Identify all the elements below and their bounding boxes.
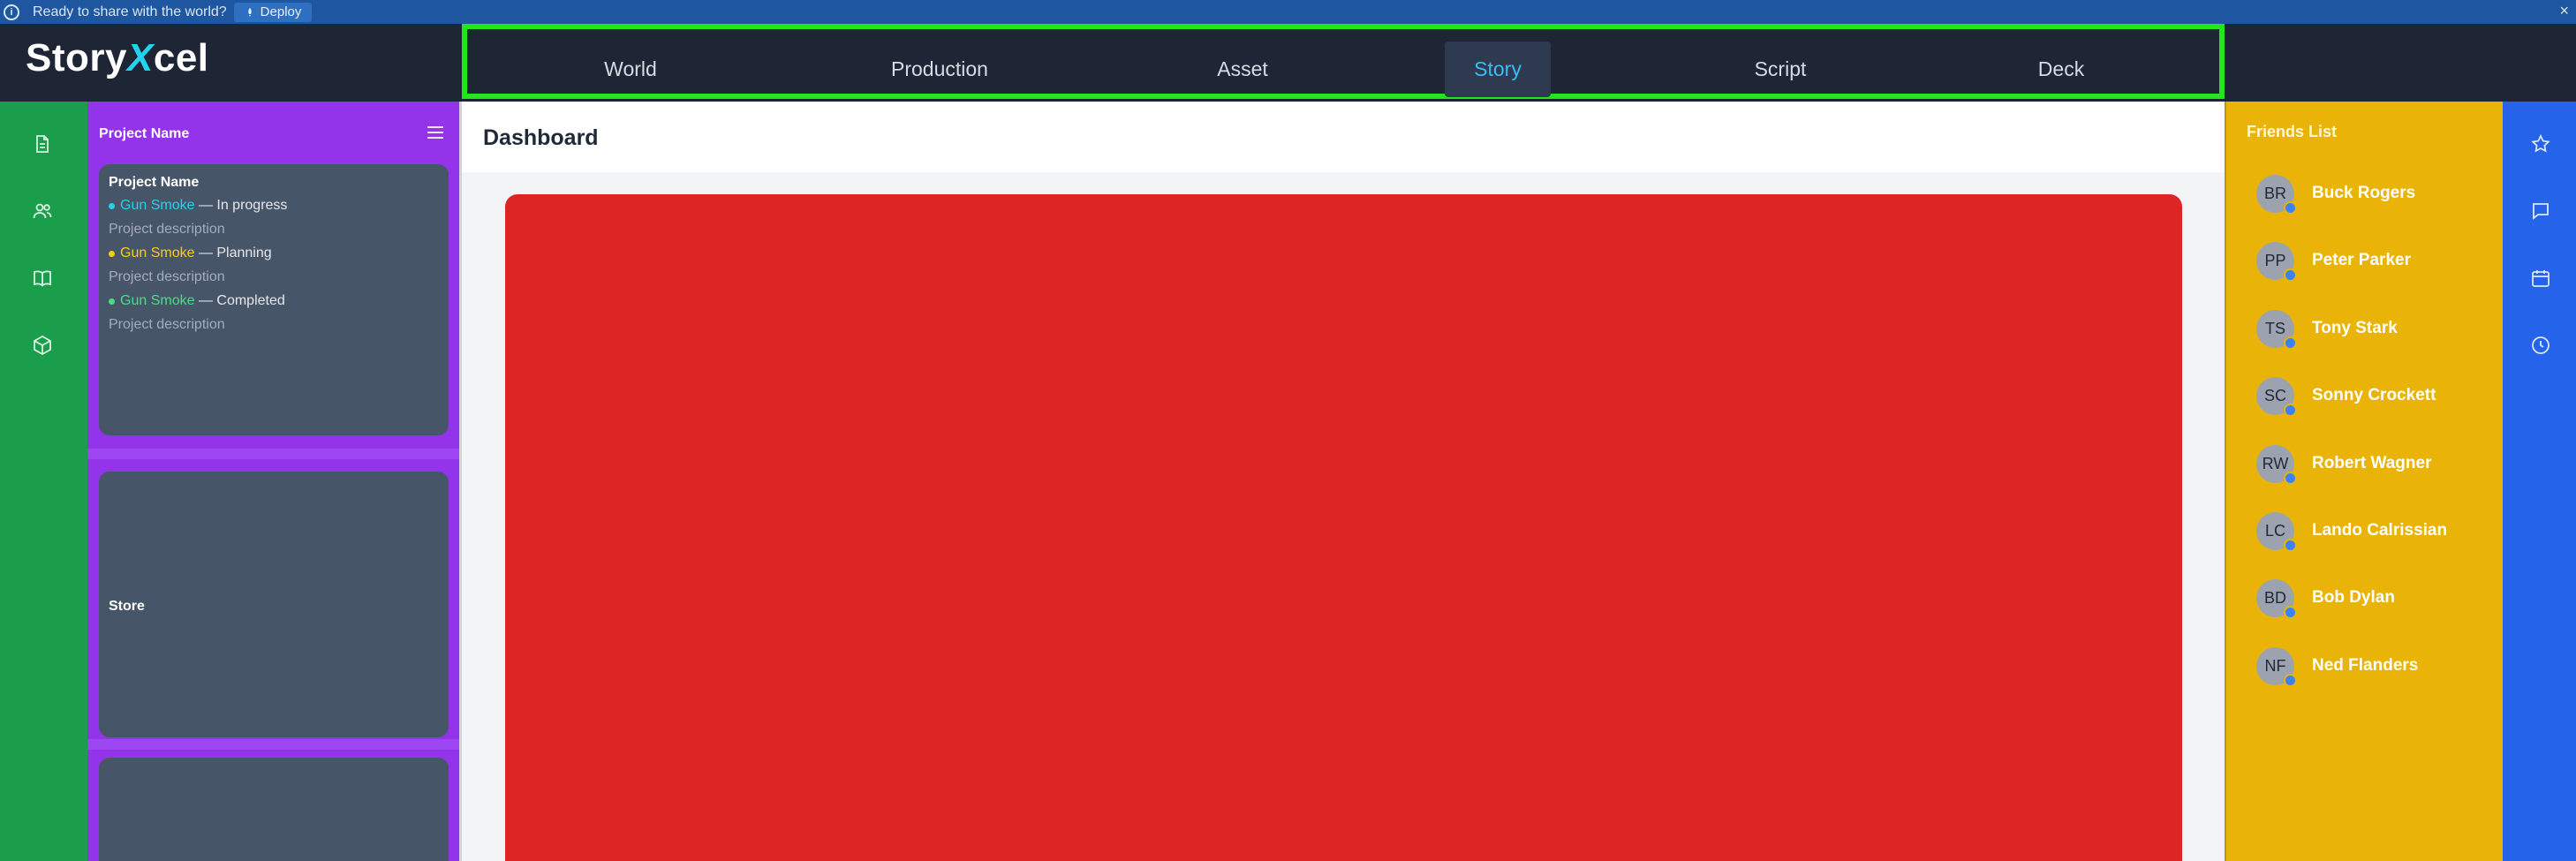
friend-name: Robert Wagner	[2312, 454, 2432, 472]
status-dot	[109, 298, 115, 305]
online-status-icon	[2284, 200, 2297, 215]
info-icon: i	[4, 4, 19, 20]
empty-card[interactable]	[99, 758, 449, 861]
page-title: Dashboard	[483, 125, 599, 150]
friends-panel: Friends List BR Buck Rogers PP Peter Par…	[2225, 102, 2503, 861]
clock-icon[interactable]	[2530, 335, 2551, 356]
project-item-name: Gun Smoke	[120, 293, 195, 308]
online-status-icon	[2284, 336, 2297, 350]
deploy-banner: i Ready to share with the world? Deploy …	[0, 0, 2576, 24]
friend-item[interactable]: BR Buck Rogers	[2256, 174, 2416, 215]
nav-script[interactable]: Script	[1692, 42, 1869, 97]
document-icon[interactable]	[32, 133, 53, 155]
project-item-name: Gun Smoke	[120, 198, 195, 213]
store-label: Store	[109, 599, 145, 614]
close-banner-icon[interactable]: ×	[2559, 2, 2569, 20]
online-status-icon	[2284, 471, 2297, 485]
chat-icon[interactable]	[2530, 200, 2551, 222]
project-card[interactable]: Project Name Gun Smoke — In progress Pro…	[99, 164, 449, 435]
store-card[interactable]: Store	[99, 472, 449, 737]
main-content: Dashboard	[459, 102, 2227, 861]
avatar: RW	[2256, 444, 2297, 485]
avatar: BD	[2256, 578, 2297, 619]
friend-name: Sonny Crockett	[2312, 386, 2436, 404]
star-icon[interactable]	[2530, 133, 2551, 155]
app-header: StoryXcel World Production Asset Story S…	[0, 24, 2576, 102]
friend-name: Buck Rogers	[2312, 184, 2416, 202]
project-description: Project description	[109, 269, 225, 284]
dashboard-panel[interactable]	[505, 194, 2182, 861]
nav-world[interactable]: World	[555, 42, 706, 97]
status-dot	[109, 250, 115, 257]
friend-item[interactable]: RW Robert Wagner	[2256, 444, 2432, 485]
nav-production[interactable]: Production	[838, 42, 1041, 97]
friend-item[interactable]: BD Bob Dylan	[2256, 578, 2395, 619]
friend-item[interactable]: LC Lando Calrissian	[2256, 511, 2448, 552]
friend-name: Bob Dylan	[2312, 588, 2395, 607]
project-item[interactable]: Gun Smoke — Planning	[109, 245, 439, 261]
calendar-icon[interactable]	[2530, 268, 2551, 289]
hamburger-menu-icon[interactable]	[427, 126, 443, 140]
friend-item[interactable]: SC Sonny Crockett	[2256, 376, 2436, 417]
friend-name: Lando Calrissian	[2312, 521, 2448, 540]
book-icon[interactable]	[32, 268, 53, 289]
project-item-status: — Planning	[198, 245, 272, 261]
avatar: LC	[2256, 511, 2297, 552]
friend-item[interactable]: TS Tony Stark	[2256, 309, 2398, 350]
friends-list-title: Friends List	[2247, 123, 2338, 140]
nav-story[interactable]: Story	[1445, 42, 1551, 97]
avatar: SC	[2256, 376, 2297, 417]
rocket-icon	[248, 7, 252, 17]
left-icon-rail	[0, 102, 87, 861]
users-icon[interactable]	[32, 200, 53, 222]
online-status-icon	[2284, 538, 2297, 552]
project-item[interactable]: Gun Smoke — Completed	[109, 293, 439, 309]
avatar: PP	[2256, 241, 2297, 282]
app-logo[interactable]: StoryXcel	[26, 36, 209, 80]
project-description: Project description	[109, 317, 225, 332]
friend-item[interactable]: NF Ned Flanders	[2256, 646, 2419, 687]
friend-name: Ned Flanders	[2312, 656, 2419, 675]
avatar: BR	[2256, 174, 2297, 215]
nav-asset[interactable]: Asset	[1172, 42, 1313, 97]
status-dot	[109, 202, 115, 209]
online-status-icon	[2284, 605, 2297, 619]
project-card-title: Project Name	[109, 175, 200, 190]
deploy-button[interactable]: Deploy	[233, 2, 313, 22]
banner-message: Ready to share with the world?	[33, 4, 227, 19]
main-nav: World Production Asset Story Script Deck	[462, 24, 2225, 99]
avatar: NF	[2256, 646, 2297, 687]
online-status-icon	[2284, 268, 2297, 282]
project-item-status: — Completed	[198, 293, 285, 308]
project-item[interactable]: Gun Smoke — In progress	[109, 198, 439, 214]
friend-item[interactable]: PP Peter Parker	[2256, 241, 2411, 282]
project-sidebar-title: Project Name	[99, 126, 190, 141]
project-sidebar: Project Name Project Name Gun Smoke — In…	[87, 102, 459, 861]
section-divider	[87, 449, 459, 459]
main-header: Dashboard	[462, 102, 2227, 172]
online-status-icon	[2284, 673, 2297, 687]
cube-icon[interactable]	[32, 335, 53, 356]
project-description: Project description	[109, 222, 225, 237]
online-status-icon	[2284, 403, 2297, 417]
project-item-name: Gun Smoke	[120, 245, 195, 261]
friend-name: Peter Parker	[2312, 251, 2411, 269]
friend-name: Tony Stark	[2312, 319, 2398, 337]
right-icon-rail	[2503, 102, 2576, 861]
nav-deck[interactable]: Deck	[1991, 42, 2132, 97]
project-item-status: — In progress	[198, 198, 288, 213]
deploy-button-label: Deploy	[260, 4, 302, 19]
section-divider	[87, 739, 459, 750]
avatar: TS	[2256, 309, 2297, 350]
